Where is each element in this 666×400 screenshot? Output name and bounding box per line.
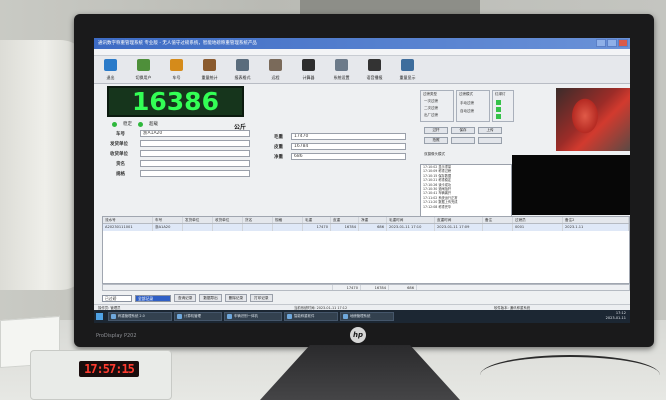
report-icon [236,59,249,71]
menu-bar: 系统维护(S) 数据报表(R) 称重(W) 打印(P) 帮助(H) [94,49,630,65]
toolbar-switch-user-button[interactable]: 切换用户 [127,56,160,84]
monitor-brand: ProDisplay P202 [96,333,137,339]
power-cable [480,355,660,395]
records-table: 流水号 车号 发货单位 收货单位 货名 规格 毛重 皮重 净重 毛重时间 皮重时… [102,216,630,284]
dual-camera-label[interactable]: 双摄像头模式 [424,152,445,157]
window-titlebar: 通讯数字称重管理系统 专业版 - 无人值守过磅系统，智能地磅称重管理系统产品 [94,38,630,49]
goods-input[interactable] [140,160,250,167]
window-title: 通讯数字称重管理系统 专业版 - 无人值守过磅系统，智能地磅称重管理系统产品 [98,41,257,46]
exit-icon [104,59,117,71]
taskbar-item[interactable]: 计算机管理 [174,312,222,321]
stable-label: 稳定 [123,122,132,127]
taskbar-item[interactable]: 车辆识别一体机 [224,312,282,321]
taskbar-item[interactable]: 地磅管理系统 [340,312,394,321]
photo-button[interactable]: 拍照 [424,137,448,144]
settings-icon [335,59,348,71]
delete-button[interactable]: 删除记录 [224,294,248,302]
screen: 通讯数字称重管理系统 专业版 - 无人值守过磅系统，智能地磅称重管理系统产品 系… [94,38,630,323]
stable-indicator-icon [112,121,117,127]
toolbar-exit-button[interactable]: 退出 [94,56,127,84]
sender-label: 发货单位 [110,142,128,147]
status-indicators: 稳定 超载 [112,121,158,127]
query-button[interactable]: 查询记录 [174,294,197,302]
export-button[interactable]: 数据导出 [199,294,222,302]
overload-label: 超载 [149,122,158,127]
mode-option[interactable]: 二次过磅 [424,106,438,111]
tare-label: 皮重 [274,145,283,150]
toolbar-voice-button[interactable]: 语音播报 [358,56,391,84]
car-icon [170,59,183,71]
spec-label: 规格 [116,172,125,177]
weight-value: 16386 [132,87,219,116]
table-row[interactable]: A20230111001 浙A1A20 17470 16784 686 2023… [103,224,629,231]
weigh-type-group: 过磅类型 一次过磅 二次过磅 出厂过磅 [420,90,454,122]
weight-display: 16386 [107,86,244,117]
down-button[interactable] [478,137,502,144]
light-icon [496,114,501,119]
mode-option[interactable]: 出厂过磅 [424,113,438,118]
toolbar-remote-button[interactable]: 远程 [259,56,292,84]
taskbar-clock[interactable]: 17:12 2023-01-11 [606,311,626,321]
spec-input[interactable] [140,170,250,177]
camera-feed-2 [512,155,630,215]
upload-button[interactable]: 上传 [478,127,502,134]
overload-indicator-icon [138,121,143,127]
toolbar-calculator-button[interactable]: 计算器 [292,56,325,84]
toolbar-settings-button[interactable]: 系统设置 [325,56,358,84]
sender-input[interactable] [140,140,250,147]
toolbar: 退出 切换用户 车号 重量统计 报表格式 远程 计算器 系统设置 语音播报 重量… [94,56,630,84]
tare-input[interactable]: 16784 [291,143,406,150]
receiver-input[interactable] [140,150,250,157]
light-icon [496,107,501,112]
save-button[interactable]: 保存 [451,127,475,134]
led-clock-display: 17:57:15 [79,361,139,377]
up-button[interactable] [451,137,475,144]
toolbar-display-button[interactable]: 重量显示 [391,56,424,84]
net-input[interactable]: 686 [291,153,406,160]
table-header: 流水号 车号 发货单位 收货单位 货名 规格 毛重 皮重 净重 毛重时间 皮重时… [103,217,629,224]
maximize-button[interactable] [607,39,617,47]
taskbar: 称重管理系统 2.0 计算机管理 车辆识别一体机 智能称重软件 地磅管理系统 1… [94,310,630,323]
weigh-mode-group: 过磅模式 手动过磅 自动过磅 [456,90,490,122]
led-clock-device: 17:57:15 [30,350,172,400]
camera-feed-1 [556,88,630,151]
toolbar-car-button[interactable]: 车号 [160,56,193,84]
remote-icon [269,59,282,71]
mode-option[interactable]: 自动过磅 [460,109,474,114]
window-controls [596,39,628,47]
light-icon [496,100,501,105]
start-button[interactable] [96,313,103,320]
traffic-light-group: 红绿灯 [492,90,514,122]
mode-option[interactable]: 一次过磅 [424,99,438,104]
bottom-controls: 已过磅 全部记录 查询记录 数据导出 删除记录 打印记录 [102,294,273,302]
gross-input[interactable]: 17470 [291,133,406,140]
toolbar-report-button[interactable]: 报表格式 [226,56,259,84]
mode-option[interactable]: 手动过磅 [460,101,474,106]
display-icon [401,59,414,71]
taskbar-item[interactable]: 智能称重软件 [284,312,338,321]
log-entry: 17:12:08 称重完毕 [423,204,452,209]
stats-icon [203,59,216,71]
minimize-button[interactable] [596,39,606,47]
calculator-icon [302,59,315,71]
hp-logo: hp [350,327,366,343]
plate-input[interactable]: 浙A1A20 [140,130,250,137]
receiver-label: 收货单位 [110,152,128,157]
goods-label: 货名 [116,162,125,167]
close-button[interactable] [618,39,628,47]
toolbar-stats-button[interactable]: 重量统计 [193,56,226,84]
microphone-icon [368,59,381,71]
user-switch-icon [137,59,150,71]
gross-label: 毛重 [274,135,283,140]
taskbar-item[interactable]: 称重管理系统 2.0 [108,312,172,321]
table-footer: 17470 16784 686 [102,284,630,291]
gate-button[interactable]: 过杆 [424,127,448,134]
net-label: 净重 [274,155,283,160]
plate-label: 车号 [116,132,125,137]
filter-select[interactable]: 已过磅 [102,294,132,302]
range-select[interactable]: 全部记录 [135,294,171,302]
print-button[interactable]: 打印记录 [250,294,273,302]
